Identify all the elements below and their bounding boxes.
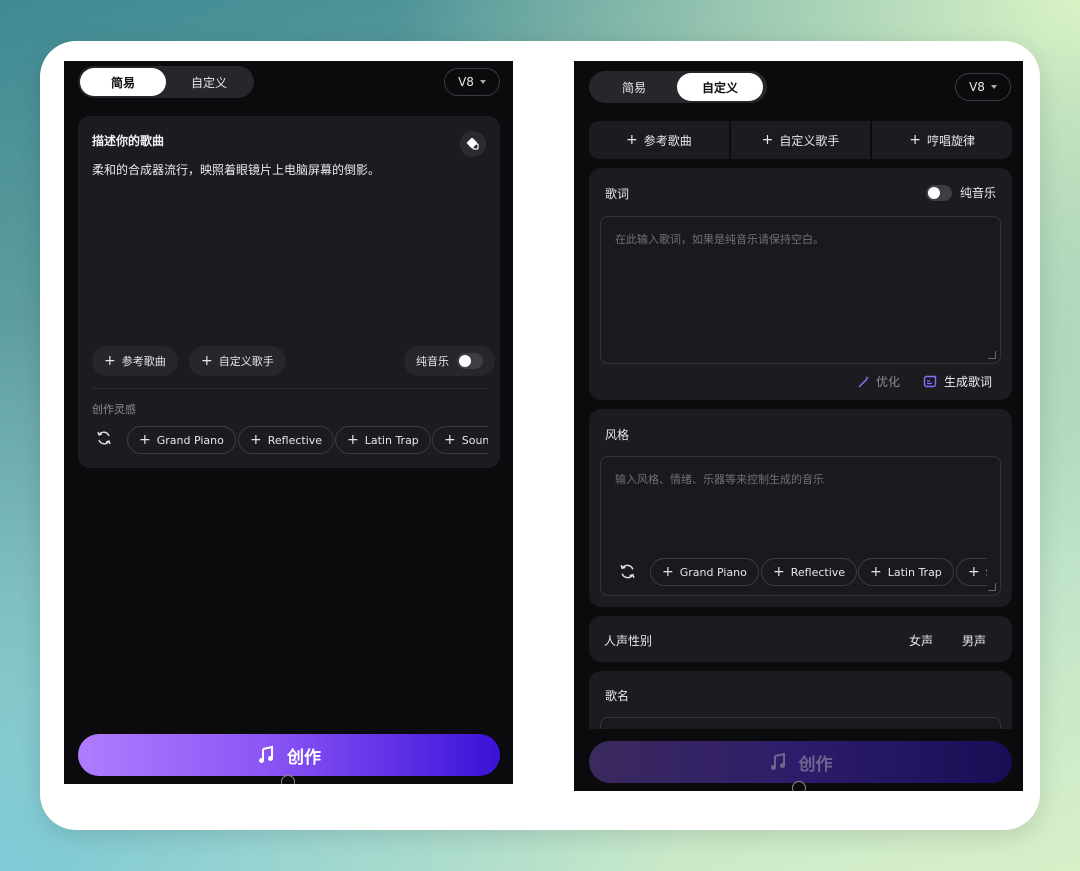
inspiration-title: 创作灵感 [92, 403, 136, 416]
generate-lyrics-icon [923, 374, 937, 388]
simple-mode-panel: 简易 自定义 V8 描述你的歌曲 柔和的合成器流行，映照着眼镜片上电脑屏幕的倒影… [64, 61, 513, 784]
create-label: 创作 [287, 747, 321, 768]
song-name-title: 歌名 [605, 689, 630, 703]
version-label: V8 [969, 80, 985, 94]
tag-chip[interactable]: + Latin Trap [858, 558, 954, 586]
plus-icon: + [201, 353, 213, 369]
tag-label: Grand Piano [156, 433, 224, 447]
plus-icon: + [870, 564, 882, 580]
describe-input[interactable]: 柔和的合成器流行，映照着眼镜片上电脑屏幕的倒影。 [92, 161, 482, 178]
tag-label: Grand Piano [679, 565, 747, 579]
generate-lyrics-button[interactable]: 生成歌词 [923, 373, 992, 390]
voice-female-option[interactable]: 女声 [909, 632, 933, 649]
ref-song-label: 参考歌曲 [121, 355, 166, 368]
lyrics-placeholder: 在此输入歌词，如果是纯音乐请保持空白。 [615, 233, 824, 246]
voice-gender-title: 人声性别 [604, 634, 653, 648]
optimize-button[interactable]: 优化 [857, 373, 900, 390]
version-select[interactable]: V8 [955, 73, 1011, 101]
pure-music-label: 纯音乐 [416, 355, 449, 368]
ref-song-label: 参考歌曲 [643, 133, 692, 148]
generate-lyrics-label: 生成歌词 [944, 375, 993, 389]
top-actions: + 参考歌曲 + 自定义歌手 + 哼唱旋律 [589, 121, 1012, 159]
toggle-switch[interactable] [925, 184, 952, 201]
plus-icon: + [625, 132, 638, 148]
custom-mode-panel: 简易 自定义 V8 + 参考歌曲 + 自定义歌手 + 哼唱旋律 歌词 纯音乐 在此输入… [574, 61, 1023, 791]
plus-icon: + [250, 432, 262, 448]
pure-music-toggle[interactable]: 纯音乐 [925, 184, 996, 201]
tag-strip: + Grand Piano + Reflective + Latin Trap + So… [126, 426, 488, 456]
plus-icon: + [104, 353, 116, 369]
plus-icon: + [139, 432, 151, 448]
tag-chip[interactable]: +S [956, 558, 987, 586]
hum-melody-label: 哼唱旋律 [927, 133, 976, 148]
tag-chip[interactable]: + Latin Trap [335, 426, 431, 454]
dice-icon[interactable] [460, 131, 486, 157]
style-card: 风格 输入风格、情绪、乐器等来控制生成的音乐 + Grand Piano + Ref… [589, 409, 1012, 607]
plus-icon: + [662, 564, 674, 580]
style-placeholder: 输入风格、情绪、乐器等来控制生成的音乐 [615, 473, 824, 486]
lyrics-card: 歌词 纯音乐 在此输入歌词，如果是纯音乐请保持空白。 优化 生成歌词 [589, 168, 1012, 400]
plus-icon: + [444, 432, 456, 448]
create-button[interactable]: 创作 [78, 734, 500, 776]
lyrics-input[interactable]: 在此输入歌词，如果是纯音乐请保持空白。 [600, 216, 1001, 364]
pure-music-toggle[interactable]: 纯音乐 [404, 346, 495, 376]
home-indicator [281, 775, 295, 784]
describe-title: 描述你的歌曲 [92, 134, 165, 148]
custom-singer-label: 自定义歌手 [779, 133, 840, 148]
plus-icon: + [761, 132, 774, 148]
version-select[interactable]: V8 [444, 68, 500, 96]
plus-icon: + [347, 432, 359, 448]
optimize-label: 优化 [876, 375, 901, 389]
pure-music-label: 纯音乐 [959, 186, 996, 200]
tag-chip[interactable]: + Reflective [761, 558, 858, 586]
create-label: 创作 [798, 754, 833, 775]
refresh-icon[interactable] [619, 563, 639, 583]
custom-singer-button[interactable]: + 自定义歌手 [189, 346, 286, 376]
lyrics-title: 歌词 [605, 187, 630, 201]
style-title: 风格 [605, 428, 630, 442]
tag-label: S [986, 566, 987, 579]
tag-label: Reflective [267, 433, 323, 447]
version-label: V8 [458, 75, 474, 89]
custom-singer-button[interactable]: + 自定义歌手 [731, 121, 873, 159]
tag-label: Latin Trap [364, 433, 419, 447]
tag-chip[interactable]: + Grand Piano [650, 558, 759, 586]
tag-label: Reflective [790, 565, 846, 579]
hum-melody-button[interactable]: + 哼唱旋律 [872, 121, 1012, 159]
music-note-icon [770, 752, 785, 770]
plus-icon: + [968, 564, 980, 580]
tab-custom[interactable]: 自定义 [166, 68, 252, 96]
refresh-icon[interactable] [96, 430, 116, 450]
voice-gender-card: 人声性别 女声 男声 [589, 616, 1012, 662]
tab-custom[interactable]: 自定义 [677, 73, 763, 101]
resize-handle-icon[interactable] [988, 351, 996, 359]
tag-chip[interactable]: + Reflective [238, 426, 335, 454]
ref-song-button[interactable]: + 参考歌曲 [92, 346, 178, 376]
tab-simple[interactable]: 简易 [591, 73, 677, 101]
ref-song-button[interactable]: + 参考歌曲 [589, 121, 731, 159]
tag-label: Latin Trap [887, 565, 942, 579]
tab-simple[interactable]: 简易 [80, 68, 166, 96]
resize-handle-icon[interactable] [988, 583, 996, 591]
mode-switch: 简易 自定义 [589, 71, 767, 103]
describe-card: 描述你的歌曲 柔和的合成器流行，映照着眼镜片上电脑屏幕的倒影。 + 参考歌曲 +… [78, 116, 500, 468]
tag-strip: +Grand Piano +Reflective +Latin Trap +S [650, 558, 987, 588]
home-indicator [792, 781, 806, 791]
mode-switch: 简易 自定义 [78, 66, 254, 98]
create-button[interactable]: 创作 [589, 741, 1012, 783]
toggle-switch[interactable] [457, 353, 483, 369]
tag-chip[interactable]: + Grand Piano [127, 426, 236, 454]
divider [92, 388, 486, 389]
music-note-icon [259, 745, 273, 763]
caret-down-icon [479, 80, 486, 84]
tag-chip[interactable]: + Soun [432, 426, 488, 454]
plus-icon: + [773, 564, 785, 580]
custom-singer-label: 自定义歌手 [218, 355, 274, 368]
caret-down-icon [990, 85, 997, 89]
plus-icon: + [909, 132, 922, 148]
tag-label: Soun [461, 433, 488, 447]
voice-male-option[interactable]: 男声 [962, 632, 986, 649]
magic-wand-icon [858, 375, 869, 388]
